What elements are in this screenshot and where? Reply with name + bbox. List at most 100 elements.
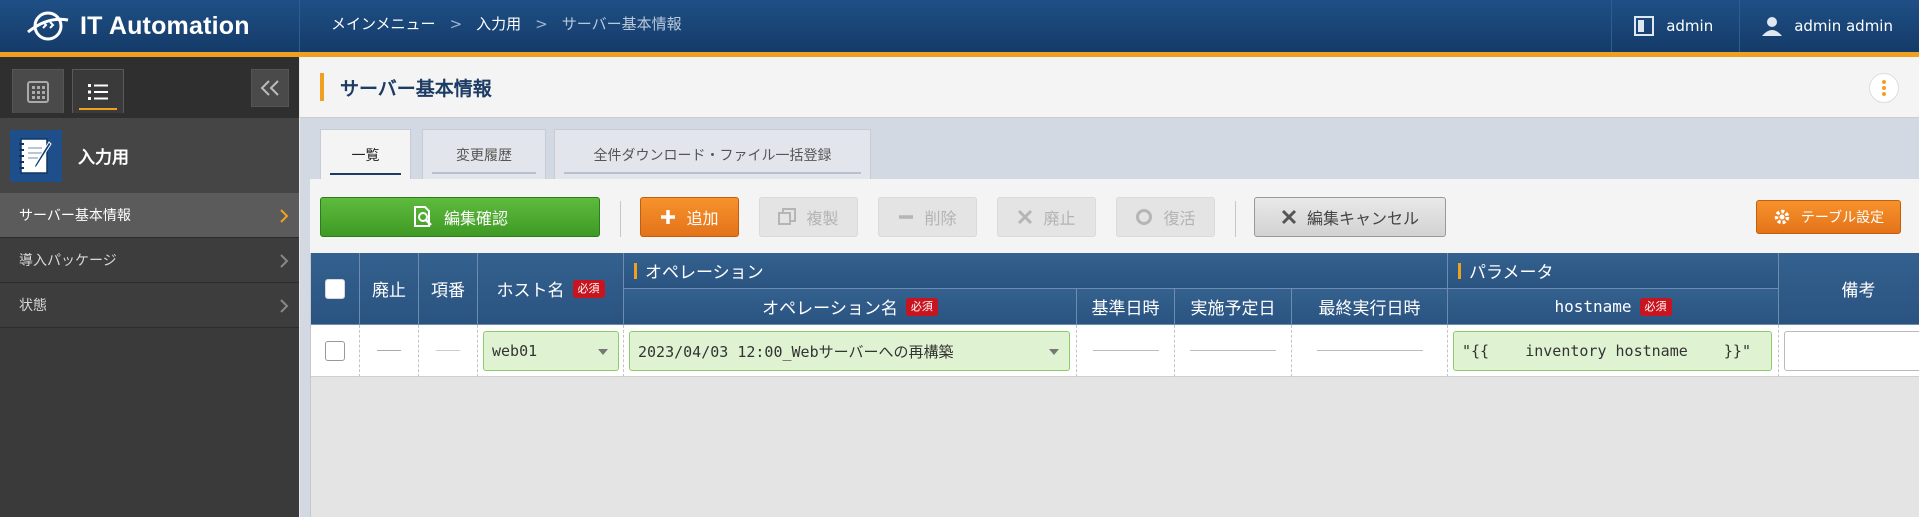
tab-label: 一覧: [351, 148, 380, 164]
main-content: サーバー基本情報 一覧 変更履歴 全件ダウンロード・ファイル一括登録 編集確認 …: [300, 57, 1919, 517]
x-icon: [1281, 209, 1297, 225]
top-header: IT Automation メインメニュー > 入力用 > サーバー基本情報 a…: [0, 0, 1919, 52]
edit-confirm-button[interactable]: 編集確認: [320, 197, 600, 237]
workspace-icon: [1634, 16, 1655, 36]
host-name-select[interactable]: web01: [483, 331, 619, 371]
restore-button[interactable]: 復活: [1116, 197, 1215, 237]
circle-icon: [1136, 209, 1153, 225]
hostname-value: "{{ inventory hostname }}": [1462, 342, 1751, 360]
add-button[interactable]: 追加: [640, 197, 739, 237]
list-panel: 編集確認 追加 複製 削除 廃止 復活 編集キャンセル テーブル設定 廃止 項番…: [310, 179, 1919, 517]
user-label: admin admin: [1794, 17, 1893, 35]
select-all-checkbox[interactable]: [325, 278, 345, 299]
operation-name-cell: 2023/04/03 12:00_Webサーバーへの再構築: [624, 325, 1077, 377]
col-header-base-datetime[interactable]: 基準日時: [1077, 289, 1175, 325]
user-menu[interactable]: admin admin: [1739, 0, 1919, 52]
sidebar-tabs: [0, 57, 299, 118]
col-header-label: 項番: [431, 281, 465, 301]
col-header-item-no[interactable]: 項番: [419, 253, 478, 325]
col-group-parameter: パラメータ: [1448, 253, 1779, 289]
col-header-label: 備考: [1841, 281, 1876, 301]
host-name-value: web01: [492, 342, 538, 360]
grid-icon: [27, 80, 49, 103]
tab-bulk-download-upload[interactable]: 全件ダウンロード・ファイル一括登録: [554, 129, 871, 179]
col-header-label: 基準日時: [1091, 299, 1160, 319]
more-options-button[interactable]: [1869, 73, 1899, 103]
document-search-icon: [413, 206, 432, 227]
operation-name-select[interactable]: 2023/04/03 12:00_Webサーバーへの再構築: [629, 331, 1070, 371]
col-group-label: パラメータ: [1469, 263, 1554, 283]
double-chevron-left-icon: [260, 80, 279, 96]
x-icon: [1018, 209, 1033, 225]
col-header-scheduled-date[interactable]: 実施予定日: [1175, 289, 1292, 325]
sidebar-item-status[interactable]: 状態: [0, 283, 299, 328]
duplicate-label: 複製: [806, 209, 839, 228]
sidebar-item-server-basic-info[interactable]: サーバー基本情報: [0, 193, 299, 238]
gear-icon: [1774, 209, 1790, 225]
tab-change-history[interactable]: 変更履歴: [422, 129, 546, 179]
tab-list[interactable]: 一覧: [320, 129, 411, 180]
remarks-cell: [1779, 325, 1919, 377]
page-title: サーバー基本情報: [340, 78, 492, 100]
chevron-right-icon: [280, 209, 289, 223]
app-logo[interactable]: IT Automation: [0, 0, 300, 52]
discard-button[interactable]: 廃止: [997, 197, 1096, 237]
col-header-operation-name[interactable]: オペレーション名 必須: [624, 289, 1077, 325]
edit-confirm-label: 編集確認: [443, 209, 508, 228]
workspace-label: admin: [1666, 17, 1714, 35]
title-accent: [320, 73, 324, 101]
breadcrumb-input[interactable]: 入力用: [476, 13, 521, 34]
discard-cell: [360, 325, 419, 377]
col-header-remarks[interactable]: 備考: [1779, 253, 1919, 325]
tab-label: 全件ダウンロード・ファイル一括登録: [593, 147, 832, 164]
col-header-label: 実施予定日: [1190, 299, 1276, 319]
minus-icon: [899, 215, 914, 219]
kebab-icon: [1882, 80, 1886, 84]
add-label: 追加: [686, 209, 719, 228]
chevron-right-icon: >: [449, 14, 463, 33]
required-badge: 必須: [1639, 297, 1672, 316]
item-no-cell: [419, 325, 478, 377]
notebook-icon: [10, 129, 62, 182]
remarks-input[interactable]: [1784, 331, 1919, 371]
menu-group-header: 入力用: [0, 118, 299, 193]
edit-cancel-button[interactable]: 編集キャンセル: [1254, 197, 1446, 237]
host-name-cell: web01: [478, 325, 624, 377]
tab-menu-grid[interactable]: [12, 69, 64, 113]
sidebar-item-label: サーバー基本情報: [19, 208, 131, 224]
discard-label: 廃止: [1043, 209, 1076, 228]
list-icon: [88, 83, 108, 100]
select-all-header: [311, 253, 360, 325]
workspace-menu[interactable]: admin: [1611, 0, 1739, 52]
breadcrumb-current: サーバー基本情報: [561, 15, 682, 33]
edit-cancel-label: 編集キャンセル: [1306, 209, 1419, 228]
page-title-bar: サーバー基本情報: [300, 57, 1919, 118]
operation-name-value: 2023/04/03 12:00_Webサーバーへの再構築: [638, 342, 954, 361]
col-header-last-run-datetime[interactable]: 最終実行日時: [1292, 289, 1448, 325]
tab-menu-list[interactable]: [72, 69, 124, 113]
hostname-param-cell: "{{ inventory hostname }}": [1448, 325, 1779, 377]
sidebar-item-installed-packages[interactable]: 導入パッケージ: [0, 238, 299, 283]
sidebar-collapse-button[interactable]: [251, 69, 289, 107]
chevron-down-icon: [1049, 349, 1059, 355]
col-header-hostname[interactable]: hostname 必須: [1448, 289, 1779, 325]
base-datetime-cell: [1077, 325, 1175, 377]
breadcrumb: メインメニュー > 入力用 > サーバー基本情報: [331, 0, 682, 47]
col-header-host-name[interactable]: ホスト名 必須: [478, 253, 624, 325]
restore-label: 復活: [1163, 209, 1196, 228]
col-header-discard[interactable]: 廃止: [360, 253, 419, 325]
delete-label: 削除: [924, 209, 957, 228]
col-group-label: オペレーション: [645, 263, 764, 283]
col-header-label: ホスト名: [496, 281, 565, 301]
row-select-checkbox[interactable]: [325, 340, 345, 361]
duplicate-button[interactable]: 複製: [759, 197, 858, 237]
col-header-label: 最終実行日時: [1318, 299, 1421, 319]
copy-icon: [778, 208, 797, 225]
sidebar: 入力用 サーバー基本情報 導入パッケージ 状態: [0, 57, 299, 517]
app-name: IT Automation: [80, 11, 250, 40]
sidebar-item-label: 導入パッケージ: [19, 253, 117, 269]
breadcrumb-main-menu[interactable]: メインメニュー: [331, 13, 436, 34]
delete-button[interactable]: 削除: [878, 197, 977, 237]
hostname-input[interactable]: "{{ inventory hostname }}": [1453, 331, 1772, 371]
table-settings-button[interactable]: テーブル設定: [1756, 200, 1901, 234]
